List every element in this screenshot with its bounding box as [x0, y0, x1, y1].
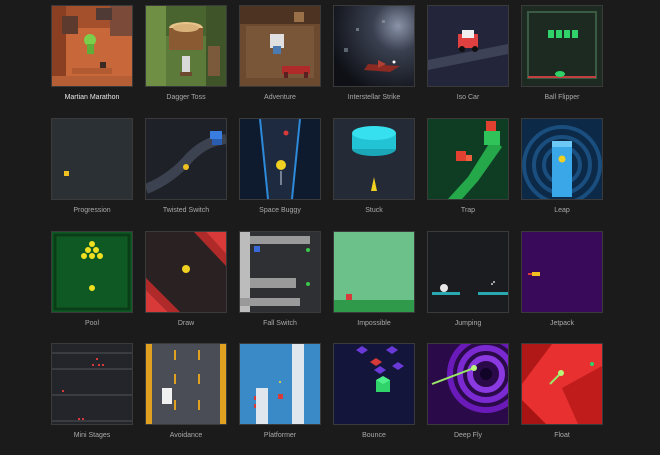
- game-tile-platformer[interactable]: Platformer: [239, 343, 321, 455]
- game-thumbnail-avoidance[interactable]: [145, 343, 227, 425]
- iso-car-art: [428, 6, 508, 86]
- game-tile-iso-car[interactable]: Iso Car: [427, 5, 509, 117]
- game-tile-martian-marathon[interactable]: Martian Marathon: [51, 5, 133, 117]
- game-tile-pool[interactable]: Pool: [51, 231, 133, 343]
- avoidance-art: [146, 344, 226, 424]
- game-thumbnail-fall-switch[interactable]: [239, 231, 321, 313]
- game-thumbnail-stuck[interactable]: [333, 118, 415, 200]
- game-thumbnail-twisted-switch[interactable]: [145, 118, 227, 200]
- game-thumbnail-draw[interactable]: [145, 231, 227, 313]
- game-thumbnail-float[interactable]: [521, 343, 603, 425]
- deep-fly-art: [428, 344, 508, 424]
- game-thumbnail-impossible[interactable]: [333, 231, 415, 313]
- impossible-art: [334, 232, 414, 312]
- twisted-switch-art: [146, 119, 226, 199]
- game-thumbnail-leap[interactable]: [521, 118, 603, 200]
- game-thumbnail-iso-car[interactable]: [427, 5, 509, 87]
- game-grid: Martian Marathon Dagger Toss Adventure I…: [0, 0, 660, 440]
- game-tile-deep-fly[interactable]: Deep Fly: [427, 343, 509, 455]
- game-tile-draw[interactable]: Draw: [145, 231, 227, 343]
- game-thumbnail-ball-flipper[interactable]: [521, 5, 603, 87]
- ball-flipper-art: [522, 6, 602, 86]
- game-tile-adventure[interactable]: Adventure: [239, 5, 321, 117]
- dagger-toss-art: [146, 6, 226, 86]
- leap-art: [522, 119, 602, 199]
- game-thumbnail-martian-marathon[interactable]: [51, 5, 133, 87]
- mini-stages-art: [52, 344, 132, 424]
- game-thumbnail-mini-stages[interactable]: [51, 343, 133, 425]
- draw-art: [146, 232, 226, 312]
- adventure-art: [240, 6, 320, 86]
- game-tile-ball-flipper[interactable]: Ball Flipper: [521, 5, 603, 117]
- game-tile-jetpack[interactable]: Jetpack: [521, 231, 603, 343]
- space-buggy-art: [240, 119, 320, 199]
- game-thumbnail-bounce[interactable]: [333, 343, 415, 425]
- game-tile-space-buggy[interactable]: Space Buggy: [239, 118, 321, 230]
- game-tile-float[interactable]: Float: [521, 343, 603, 455]
- game-tile-jumping[interactable]: Jumping: [427, 231, 509, 343]
- platformer-art: [240, 344, 320, 424]
- game-thumbnail-adventure[interactable]: [239, 5, 321, 87]
- game-thumbnail-pool[interactable]: [51, 231, 133, 313]
- game-tile-impossible[interactable]: Impossible: [333, 231, 415, 343]
- jumping-art: [428, 232, 508, 312]
- bounce-art: [334, 344, 414, 424]
- game-tile-stuck[interactable]: Stuck: [333, 118, 415, 230]
- game-thumbnail-platformer[interactable]: [239, 343, 321, 425]
- trap-art: [428, 119, 508, 199]
- game-tile-trap[interactable]: Trap: [427, 118, 509, 230]
- jetpack-art: [522, 232, 602, 312]
- game-tile-bounce[interactable]: Bounce: [333, 343, 415, 455]
- pool-art: [52, 232, 132, 312]
- fall-switch-art: [240, 232, 320, 312]
- game-tile-progression[interactable]: Progression: [51, 118, 133, 230]
- game-thumbnail-trap[interactable]: [427, 118, 509, 200]
- game-thumbnail-jetpack[interactable]: [521, 231, 603, 313]
- stuck-art: [334, 119, 414, 199]
- game-thumbnail-dagger-toss[interactable]: [145, 5, 227, 87]
- game-title: Leap: [554, 207, 570, 214]
- game-thumbnail-interstellar-strike[interactable]: [333, 5, 415, 87]
- game-tile-interstellar-strike[interactable]: Interstellar Strike: [333, 5, 415, 117]
- game-title: Ball Flipper: [544, 94, 580, 101]
- game-tile-avoidance[interactable]: Avoidance: [145, 343, 227, 455]
- game-tile-dagger-toss[interactable]: Dagger Toss: [145, 5, 227, 117]
- game-tile-mini-stages[interactable]: Mini Stages: [51, 343, 133, 455]
- game-thumbnail-jumping[interactable]: [427, 231, 509, 313]
- float-art: [522, 344, 602, 424]
- game-thumbnail-space-buggy[interactable]: [239, 118, 321, 200]
- game-tile-leap[interactable]: Leap: [521, 118, 603, 230]
- game-thumbnail-progression[interactable]: [51, 118, 133, 200]
- game-title: Float: [554, 432, 570, 439]
- game-tile-fall-switch[interactable]: Fall Switch: [239, 231, 321, 343]
- game-thumbnail-deep-fly[interactable]: [427, 343, 509, 425]
- game-title: Jetpack: [549, 320, 575, 327]
- interstellar-strike-art: [334, 6, 414, 86]
- martian-marathon-art: [52, 6, 132, 86]
- game-tile-twisted-switch[interactable]: Twisted Switch: [145, 118, 227, 230]
- progression-art: [52, 119, 132, 199]
